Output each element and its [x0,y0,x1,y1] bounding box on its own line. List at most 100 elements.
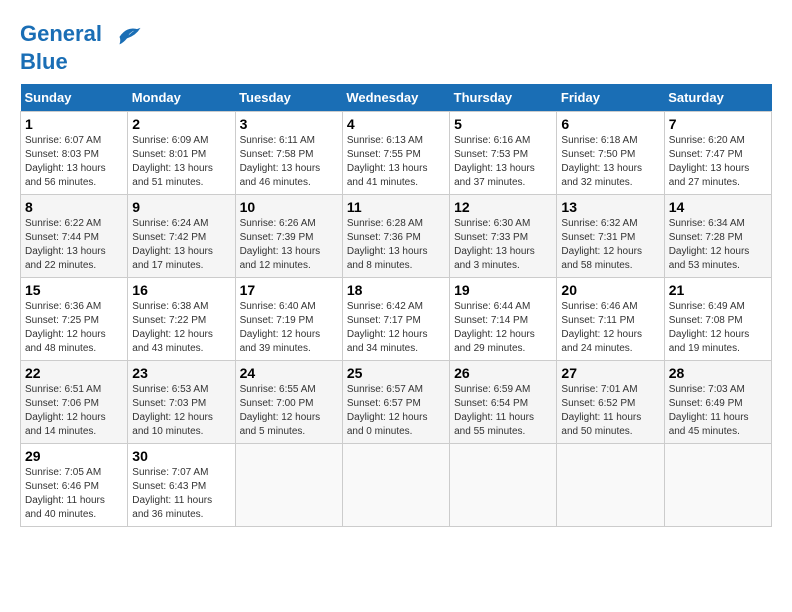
day-number: 6 [561,116,659,132]
calendar-cell: 19 Sunrise: 6:44 AM Sunset: 7:14 PM Dayl… [450,278,557,361]
day-info: Sunrise: 6:32 AM Sunset: 7:31 PM Dayligh… [561,218,642,271]
calendar-cell: 12 Sunrise: 6:30 AM Sunset: 7:33 PM Dayl… [450,195,557,278]
day-number: 16 [132,282,230,298]
day-info: Sunrise: 6:53 AM Sunset: 7:03 PM Dayligh… [132,384,213,437]
calendar-cell: 21 Sunrise: 6:49 AM Sunset: 7:08 PM Dayl… [664,278,771,361]
calendar-week-3: 15 Sunrise: 6:36 AM Sunset: 7:25 PM Dayl… [21,278,772,361]
calendar-cell: 17 Sunrise: 6:40 AM Sunset: 7:19 PM Dayl… [235,278,342,361]
calendar-cell: 26 Sunrise: 6:59 AM Sunset: 6:54 PM Dayl… [450,361,557,444]
day-info: Sunrise: 6:30 AM Sunset: 7:33 PM Dayligh… [454,218,535,271]
day-number: 8 [25,199,123,215]
calendar-cell: 20 Sunrise: 6:46 AM Sunset: 7:11 PM Dayl… [557,278,664,361]
day-number: 17 [240,282,338,298]
calendar-cell: 23 Sunrise: 6:53 AM Sunset: 7:03 PM Dayl… [128,361,235,444]
day-info: Sunrise: 6:59 AM Sunset: 6:54 PM Dayligh… [454,384,534,437]
day-info: Sunrise: 6:20 AM Sunset: 7:47 PM Dayligh… [669,135,750,188]
calendar-cell [450,444,557,527]
day-info: Sunrise: 6:55 AM Sunset: 7:00 PM Dayligh… [240,384,321,437]
day-info: Sunrise: 6:34 AM Sunset: 7:28 PM Dayligh… [669,218,750,271]
day-info: Sunrise: 6:07 AM Sunset: 8:03 PM Dayligh… [25,135,106,188]
calendar-cell [557,444,664,527]
day-number: 26 [454,365,552,381]
day-info: Sunrise: 6:44 AM Sunset: 7:14 PM Dayligh… [454,301,535,354]
day-number: 10 [240,199,338,215]
day-info: Sunrise: 7:01 AM Sunset: 6:52 PM Dayligh… [561,384,641,437]
day-number: 22 [25,365,123,381]
calendar-cell: 28 Sunrise: 7:03 AM Sunset: 6:49 PM Dayl… [664,361,771,444]
page-header: General Blue [20,20,772,74]
day-info: Sunrise: 6:57 AM Sunset: 6:57 PM Dayligh… [347,384,428,437]
header-friday: Friday [557,84,664,112]
day-number: 4 [347,116,445,132]
day-info: Sunrise: 6:28 AM Sunset: 7:36 PM Dayligh… [347,218,428,271]
day-number: 23 [132,365,230,381]
header-wednesday: Wednesday [342,84,449,112]
calendar-week-4: 22 Sunrise: 6:51 AM Sunset: 7:06 PM Dayl… [21,361,772,444]
day-number: 19 [454,282,552,298]
calendar-cell: 5 Sunrise: 6:16 AM Sunset: 7:53 PM Dayli… [450,112,557,195]
day-number: 30 [132,448,230,464]
day-info: Sunrise: 6:46 AM Sunset: 7:11 PM Dayligh… [561,301,642,354]
day-info: Sunrise: 6:26 AM Sunset: 7:39 PM Dayligh… [240,218,321,271]
calendar-week-5: 29 Sunrise: 7:05 AM Sunset: 6:46 PM Dayl… [21,444,772,527]
day-number: 2 [132,116,230,132]
day-number: 9 [132,199,230,215]
day-number: 11 [347,199,445,215]
calendar-cell: 29 Sunrise: 7:05 AM Sunset: 6:46 PM Dayl… [21,444,128,527]
day-number: 18 [347,282,445,298]
calendar-cell: 30 Sunrise: 7:07 AM Sunset: 6:43 PM Dayl… [128,444,235,527]
day-number: 14 [669,199,767,215]
header-tuesday: Tuesday [235,84,342,112]
calendar-cell [342,444,449,527]
day-number: 28 [669,365,767,381]
calendar-cell: 1 Sunrise: 6:07 AM Sunset: 8:03 PM Dayli… [21,112,128,195]
calendar-cell: 9 Sunrise: 6:24 AM Sunset: 7:42 PM Dayli… [128,195,235,278]
day-info: Sunrise: 6:11 AM Sunset: 7:58 PM Dayligh… [240,135,321,188]
day-number: 7 [669,116,767,132]
header-sunday: Sunday [21,84,128,112]
calendar-cell: 3 Sunrise: 6:11 AM Sunset: 7:58 PM Dayli… [235,112,342,195]
calendar-cell: 2 Sunrise: 6:09 AM Sunset: 8:01 PM Dayli… [128,112,235,195]
header-monday: Monday [128,84,235,112]
calendar-cell: 14 Sunrise: 6:34 AM Sunset: 7:28 PM Dayl… [664,195,771,278]
calendar-cell: 8 Sunrise: 6:22 AM Sunset: 7:44 PM Dayli… [21,195,128,278]
calendar-cell: 10 Sunrise: 6:26 AM Sunset: 7:39 PM Dayl… [235,195,342,278]
day-info: Sunrise: 6:38 AM Sunset: 7:22 PM Dayligh… [132,301,213,354]
calendar-cell [664,444,771,527]
day-number: 15 [25,282,123,298]
day-info: Sunrise: 6:18 AM Sunset: 7:50 PM Dayligh… [561,135,642,188]
header-saturday: Saturday [664,84,771,112]
calendar-cell: 13 Sunrise: 6:32 AM Sunset: 7:31 PM Dayl… [557,195,664,278]
calendar-cell: 11 Sunrise: 6:28 AM Sunset: 7:36 PM Dayl… [342,195,449,278]
calendar-cell: 18 Sunrise: 6:42 AM Sunset: 7:17 PM Dayl… [342,278,449,361]
calendar-header-row: SundayMondayTuesdayWednesdayThursdayFrid… [21,84,772,112]
calendar-week-1: 1 Sunrise: 6:07 AM Sunset: 8:03 PM Dayli… [21,112,772,195]
day-number: 21 [669,282,767,298]
day-info: Sunrise: 7:07 AM Sunset: 6:43 PM Dayligh… [132,467,212,520]
day-number: 13 [561,199,659,215]
day-info: Sunrise: 6:40 AM Sunset: 7:19 PM Dayligh… [240,301,321,354]
day-number: 20 [561,282,659,298]
day-number: 3 [240,116,338,132]
day-number: 1 [25,116,123,132]
logo-general: General [20,21,102,46]
day-number: 5 [454,116,552,132]
day-info: Sunrise: 6:49 AM Sunset: 7:08 PM Dayligh… [669,301,750,354]
day-info: Sunrise: 6:51 AM Sunset: 7:06 PM Dayligh… [25,384,106,437]
calendar-week-2: 8 Sunrise: 6:22 AM Sunset: 7:44 PM Dayli… [21,195,772,278]
calendar-cell: 6 Sunrise: 6:18 AM Sunset: 7:50 PM Dayli… [557,112,664,195]
calendar-cell: 4 Sunrise: 6:13 AM Sunset: 7:55 PM Dayli… [342,112,449,195]
calendar-cell: 24 Sunrise: 6:55 AM Sunset: 7:00 PM Dayl… [235,361,342,444]
calendar-table: SundayMondayTuesdayWednesdayThursdayFrid… [20,84,772,527]
day-info: Sunrise: 7:05 AM Sunset: 6:46 PM Dayligh… [25,467,105,520]
calendar-cell: 25 Sunrise: 6:57 AM Sunset: 6:57 PM Dayl… [342,361,449,444]
calendar-cell: 27 Sunrise: 7:01 AM Sunset: 6:52 PM Dayl… [557,361,664,444]
calendar-cell: 22 Sunrise: 6:51 AM Sunset: 7:06 PM Dayl… [21,361,128,444]
logo-bird-icon [112,20,142,50]
logo: General Blue [20,20,142,74]
day-number: 25 [347,365,445,381]
day-info: Sunrise: 6:36 AM Sunset: 7:25 PM Dayligh… [25,301,106,354]
calendar-cell: 15 Sunrise: 6:36 AM Sunset: 7:25 PM Dayl… [21,278,128,361]
day-info: Sunrise: 6:13 AM Sunset: 7:55 PM Dayligh… [347,135,428,188]
day-info: Sunrise: 6:24 AM Sunset: 7:42 PM Dayligh… [132,218,213,271]
